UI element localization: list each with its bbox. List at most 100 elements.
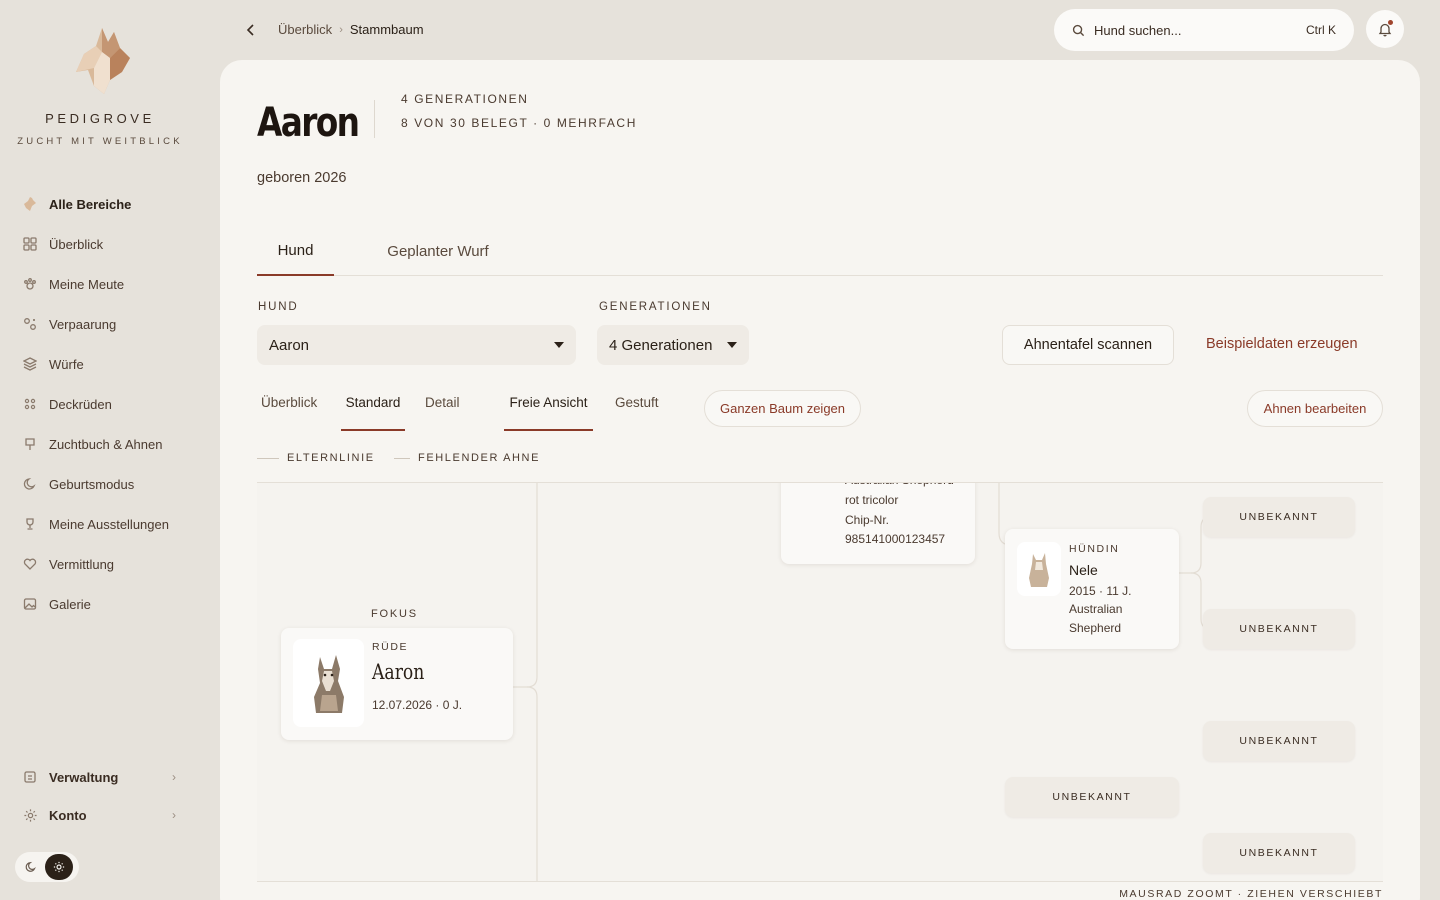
sidebar-item-label: Würfe: [49, 356, 84, 372]
theme-toggle[interactable]: [15, 852, 79, 882]
unknown-ancestor-slot[interactable]: UNBEKANNT: [1203, 497, 1355, 537]
missing-ancestor-swatch: [394, 457, 410, 459]
notifications-button[interactable]: [1366, 10, 1404, 48]
search-shortcut: Ctrl K: [1306, 23, 1336, 37]
moon-icon: [20, 474, 40, 494]
nele-breed-cont: Shepherd: [1069, 621, 1122, 635]
sidebar-item-ueberblick[interactable]: Überblick: [20, 224, 190, 264]
dog-photo: [293, 639, 364, 727]
ancestor-card-partial[interactable]: Australian Shepherd rot tricolor Chip-Nr…: [781, 483, 975, 564]
chevron-right-icon: ›: [172, 808, 176, 822]
hund-select[interactable]: Aaron: [257, 325, 576, 365]
ancestor-card-nele[interactable]: HÜNDIN Nele 2015 · 11 J. Australian Shep…: [1005, 529, 1179, 649]
ancestor-breed: Australian Shepherd: [845, 483, 954, 490]
unknown-ancestor-slot[interactable]: UNBEKANNT: [1203, 721, 1355, 761]
breadcrumb: Überblick › Stammbaum: [278, 22, 424, 37]
sun-icon[interactable]: [45, 854, 73, 880]
focus-dog-sex: RÜDE: [372, 641, 409, 653]
view-tab-ueberblick[interactable]: Überblick: [261, 395, 317, 431]
sidebar-item-label: Zuchtbuch & Ahnen: [49, 436, 163, 452]
sidebar-item-wuerfe[interactable]: Würfe: [20, 344, 190, 384]
search-placeholder: Hund suchen...: [1094, 22, 1182, 38]
occupancy-meta: 8 VON 30 BELEGT · 0 MEHRFACH: [401, 116, 637, 130]
moon-icon[interactable]: [17, 854, 45, 880]
legend-missing-ancestor: FEHLENDER AHNE: [394, 452, 540, 464]
sidebar: PEDIGROVE ZUCHT MIT WEITBLICK Alle Berei…: [0, 0, 200, 900]
search-icon: [1072, 24, 1085, 37]
sidebar-item-label: Überblick: [49, 236, 104, 252]
sidebar-item-vermittlung[interactable]: Vermittlung: [20, 544, 190, 584]
breadcrumb-stammbaum: Stammbaum: [349, 22, 424, 37]
sidebar-item-label: Vermittlung: [49, 556, 115, 572]
generations-select-value: 4 Generationen: [609, 336, 713, 354]
view-tab-gestuft[interactable]: Gestuft: [615, 395, 659, 431]
nele-name: Nele: [1069, 562, 1098, 578]
brand-tagline: ZUCHT MIT WEITBLICK: [17, 136, 183, 147]
nele-breed: Australian: [1069, 602, 1123, 616]
chevron-right-icon: ›: [172, 770, 176, 784]
main-panel: Aaron 4 GENERATIONEN 8 VON 30 BELEGT · 0…: [220, 60, 1420, 900]
sidebar-item-konto[interactable]: Konto ›: [20, 796, 190, 834]
ancestor-chip-label: Chip-Nr.: [845, 513, 890, 527]
pedigree-canvas[interactable]: Australian Shepherd rot tricolor Chip-Nr…: [257, 482, 1383, 882]
sidebar-item-zuchtbuch[interactable]: Zuchtbuch & Ahnen: [20, 424, 190, 464]
sidebar-item-deckrueden[interactable]: Deckrüden: [20, 384, 190, 424]
breadcrumb-separator-icon: ›: [339, 23, 343, 36]
focus-dog-name: Aaron: [372, 660, 425, 684]
legend-missing-label: FEHLENDER AHNE: [418, 452, 541, 464]
page-title: Aaron: [257, 100, 360, 146]
paws-icon: [20, 394, 40, 414]
parent-line-swatch: [257, 457, 279, 459]
unknown-ancestor-slot[interactable]: UNBEKANNT: [1203, 609, 1355, 649]
search-input[interactable]: Hund suchen... Ctrl K: [1054, 9, 1354, 51]
breadcrumb-ueberblick[interactable]: Überblick: [278, 22, 332, 37]
sidebar-item-label: Deckrüden: [49, 396, 112, 412]
sidebar-item-galerie[interactable]: Galerie: [20, 584, 190, 624]
focus-label: FOKUS: [371, 608, 418, 620]
sidebar-item-label: Verwaltung: [49, 769, 119, 785]
heart-icon: [20, 554, 40, 574]
tab-geplanter-wurf[interactable]: Geplanter Wurf: [375, 226, 501, 276]
image-icon: [20, 594, 40, 614]
sidebar-item-meine-meute[interactable]: Meine Meute: [20, 264, 190, 304]
chevron-left-icon: [246, 24, 254, 36]
sidebar-item-alle-bereiche[interactable]: Alle Bereiche: [20, 184, 190, 224]
sidebar-item-verpaarung[interactable]: Verpaarung: [20, 304, 190, 344]
caret-down-icon: [554, 342, 564, 348]
notification-badge: [1388, 20, 1393, 25]
dog-illustration-icon: [1029, 553, 1049, 587]
sidebar-item-label: Verpaarung: [49, 316, 117, 332]
trophy-icon: [20, 514, 40, 534]
show-full-tree-button[interactable]: Ganzen Baum zeigen: [704, 390, 861, 427]
book-icon: [20, 434, 40, 454]
view-tab-detail[interactable]: Detail: [425, 395, 460, 431]
view-tab-standard[interactable]: Standard: [341, 395, 405, 431]
legend-parent-line-label: ELTERNLINIE: [287, 452, 375, 464]
caret-down-icon: [727, 342, 737, 348]
sidebar-item-label: Meine Ausstellungen: [49, 516, 169, 532]
unknown-ancestor-slot[interactable]: UNBEKANNT: [1203, 833, 1355, 873]
generations-select[interactable]: 4 Generationen: [597, 325, 749, 365]
focus-dog-info: 12.07.2026 · 0 J.: [372, 698, 463, 712]
unknown-ancestor-slot[interactable]: UNBEKANNT: [1005, 777, 1179, 817]
sidebar-item-label: Meine Meute: [49, 276, 125, 292]
tab-hund[interactable]: Hund: [257, 226, 334, 276]
view-tab-freie-ansicht[interactable]: Freie Ansicht: [504, 395, 593, 431]
back-button[interactable]: [240, 18, 262, 42]
born-info: geboren 2026: [257, 170, 347, 186]
scan-pedigree-button[interactable]: Ahnentafel scannen: [1002, 325, 1174, 365]
nele-info: 2015 · 11 J.: [1069, 584, 1132, 598]
sidebar-item-geburtsmodus[interactable]: Geburtsmodus: [20, 464, 190, 504]
hund-label: HUND: [258, 301, 299, 313]
sidebar-item-verwaltung[interactable]: Verwaltung ›: [20, 758, 190, 796]
sidebar-nav: Alle Bereiche Überblick Meine Meute Verp…: [20, 184, 190, 624]
generate-sample-data-button[interactable]: Beispieldaten erzeugen: [1206, 336, 1358, 352]
paw-icon: [20, 274, 40, 294]
sidebar-item-label: Alle Bereiche: [49, 196, 132, 212]
pairing-icon: [20, 314, 40, 334]
legend-parent-line: ELTERNLINIE: [257, 452, 375, 464]
focus-dog-card[interactable]: RÜDE Aaron 12.07.2026 · 0 J.: [281, 628, 513, 740]
edit-ancestors-button[interactable]: Ahnen bearbeiten: [1247, 390, 1383, 427]
generations-meta: 4 GENERATIONEN: [401, 92, 529, 106]
sidebar-item-ausstellungen[interactable]: Meine Ausstellungen: [20, 504, 190, 544]
